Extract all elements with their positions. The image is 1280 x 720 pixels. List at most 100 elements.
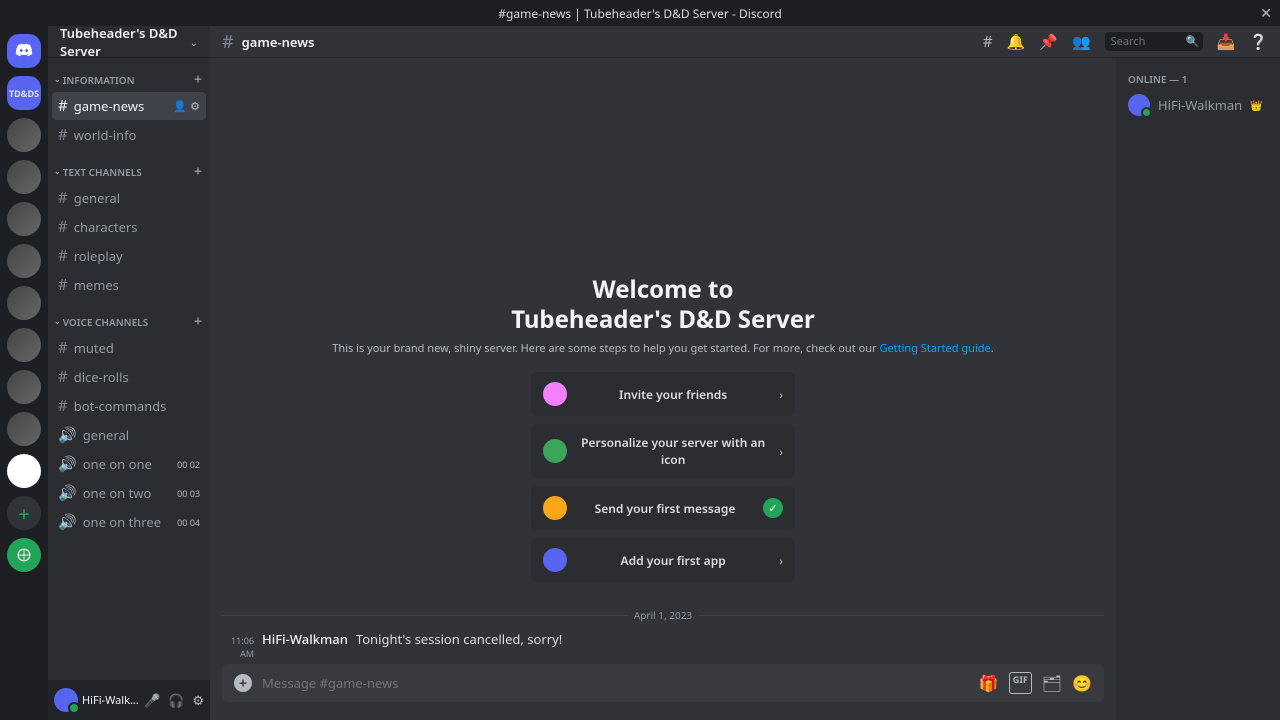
chevron-right-icon: › [779, 386, 783, 403]
attach-button[interactable]: + [234, 674, 252, 692]
message-author: HiFi-Walkman [262, 630, 348, 648]
server-item[interactable] [7, 118, 41, 152]
onboard-cards: Invite your friends› Personalize your ser… [222, 372, 1104, 582]
channel-roleplay[interactable]: #roleplay [52, 242, 206, 270]
channel-bot-commands[interactable]: #bot-commands [52, 392, 206, 420]
search-box[interactable]: 🔍 [1105, 32, 1203, 51]
hash-icon: # [58, 96, 68, 116]
chevron-right-icon: › [779, 443, 783, 460]
channel-game-news[interactable]: # game-news 👤⚙ [52, 92, 206, 120]
onboard-card[interactable]: Send your first message✓ [531, 486, 795, 530]
card-text: Personalize your server with an icon [579, 434, 767, 468]
bell-icon[interactable]: 🔔 [1007, 32, 1026, 52]
input-area: + 🎁 GIF 🗂 😊 [210, 664, 1116, 720]
channel-general[interactable]: 🔊general [52, 421, 206, 449]
server-list: TD&DS + [0, 26, 48, 720]
message: 11:06 AM HiFi-Walkman Tonight's session … [222, 626, 1104, 664]
avatar [1128, 94, 1150, 116]
hash-icon: # [58, 217, 68, 237]
voice-badge: 00 03 [177, 487, 200, 500]
gift-icon[interactable]: 🎁 [979, 672, 999, 694]
message-input-box[interactable]: + 🎁 GIF 🗂 😊 [222, 664, 1104, 702]
pin-icon[interactable]: 📌 [1039, 32, 1058, 52]
channel-name: characters [74, 218, 138, 236]
emoji-icon[interactable]: 😊 [1072, 672, 1092, 694]
card-text: Add your first app [579, 552, 767, 569]
member[interactable]: HiFi-Walkman 👑 [1122, 90, 1274, 120]
gear-icon[interactable]: ⚙ [192, 691, 204, 709]
chevron-right-icon: › [779, 552, 783, 569]
invite-icon[interactable]: 👤 [173, 99, 187, 114]
server-item[interactable] [7, 286, 41, 320]
server-item[interactable] [7, 160, 41, 194]
speaker-icon: 🔊 [58, 454, 77, 474]
avatar[interactable] [54, 688, 78, 712]
onboard-card[interactable]: Add your first app › [531, 538, 795, 582]
card-icon [543, 382, 567, 406]
channel-name: roleplay [74, 247, 123, 265]
members-icon[interactable]: 👥 [1072, 32, 1091, 52]
crown-icon: 👑 [1250, 98, 1262, 112]
titlebar: #game-news | Tubeheader's D&D Server - D… [0, 0, 1280, 26]
channel-world-info[interactable]: #world-info [52, 121, 206, 149]
channel-one-on-three[interactable]: 🔊one on three00 04 [52, 508, 206, 536]
speaker-icon: 🔊 [58, 425, 77, 445]
server-item-active[interactable]: TD&DS [7, 76, 41, 110]
onboard-card[interactable]: Invite your friends› [531, 372, 795, 416]
add-channel-button[interactable]: + [194, 70, 202, 89]
chevron-down-icon: ⌄ [190, 35, 198, 49]
channel-title: game-news [242, 33, 315, 51]
onboard-card[interactable]: Personalize your server with an icon › [531, 424, 795, 478]
message-text: Tonight's session cancelled, sorry! [356, 630, 562, 648]
channel-header: # game-news # 🔔 📌 👥 🔍 📥 ❔ [210, 26, 1280, 58]
add-server-button[interactable]: + [7, 496, 41, 530]
server-name: Tubeheader's D&D Server [60, 24, 190, 60]
help-icon[interactable]: ❔ [1249, 32, 1268, 52]
server-item[interactable] [7, 202, 41, 236]
server-header[interactable]: Tubeheader's D&D Server ⌄ [48, 26, 210, 58]
titlebar-text: #game-news | Tubeheader's D&D Server - D… [498, 5, 781, 22]
server-item[interactable] [7, 244, 41, 278]
card-icon [543, 439, 567, 463]
threads-icon[interactable]: # [983, 32, 993, 52]
getting-started-link[interactable]: Getting Started guide [879, 341, 990, 356]
message-input[interactable] [262, 674, 969, 692]
add-channel-button[interactable]: + [194, 162, 202, 181]
close-icon[interactable]: ✕ [1260, 4, 1272, 23]
server-item[interactable] [7, 370, 41, 404]
search-icon: 🔍 [1186, 34, 1200, 49]
mic-icon[interactable]: 🎤 [144, 691, 160, 709]
check-icon: ✓ [763, 498, 783, 518]
search-input[interactable] [1111, 34, 1186, 49]
channel-name: memes [74, 276, 119, 294]
channel-memes[interactable]: #memes [52, 271, 206, 299]
add-channel-button[interactable]: + [194, 312, 202, 331]
channel-panel: Tubeheader's D&D Server ⌄ INFORMATION+#g… [48, 26, 210, 720]
channel-list: INFORMATION+#game-news👤⚙#world-infoTEXT … [48, 58, 210, 680]
channel-one-on-one[interactable]: 🔊one on one00 02 [52, 450, 206, 478]
channel-muted[interactable]: #muted [52, 334, 206, 362]
channel-characters[interactable]: # characters [52, 213, 206, 241]
headphones-icon[interactable]: 🎧 [168, 691, 184, 709]
explore-button[interactable] [7, 538, 41, 572]
gear-icon[interactable]: ⚙ [190, 99, 200, 114]
home-button[interactable] [7, 34, 41, 68]
channel-general[interactable]: #general👤⚙ [52, 184, 206, 212]
sticker-icon[interactable]: 🗂 [1042, 672, 1062, 694]
category[interactable]: INFORMATION+ [52, 58, 206, 91]
category-name: TEXT CHANNELS [54, 165, 142, 179]
channel-name: game-news [74, 97, 145, 115]
channel-dice-rolls[interactable]: #dice-rolls [52, 363, 206, 391]
server-item[interactable] [7, 412, 41, 446]
server-item[interactable] [7, 328, 41, 362]
category-name: VOICE CHANNELS [54, 315, 148, 329]
card-icon [543, 496, 567, 520]
channel-one-on-two[interactable]: 🔊one on two00 03 [52, 479, 206, 507]
inbox-icon[interactable]: 📥 [1217, 32, 1236, 52]
gif-icon[interactable]: GIF [1009, 672, 1032, 694]
category[interactable]: VOICE CHANNELS + [52, 300, 206, 333]
server-item[interactable] [7, 454, 41, 488]
category[interactable]: TEXT CHANNELS + [52, 150, 206, 183]
member-name: HiFi-Walkman [1158, 96, 1242, 114]
message-area: Welcome toTubeheader's D&D Server This i… [210, 58, 1116, 720]
